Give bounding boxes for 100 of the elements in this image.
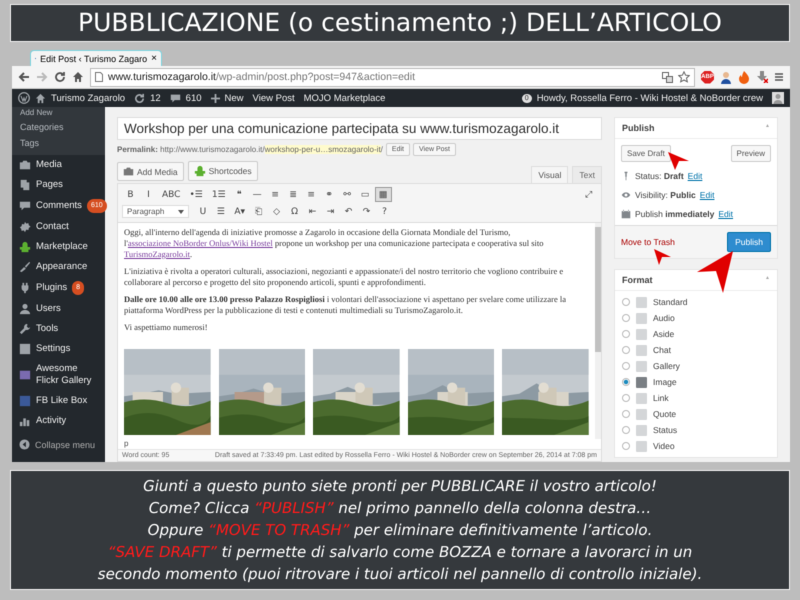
save-draft-button[interactable]: Save Draft xyxy=(621,145,671,162)
editor-tab[interactable]: Text xyxy=(572,166,602,183)
radio-button[interactable] xyxy=(622,442,630,450)
admin-bar-link[interactable]: View Post xyxy=(252,92,295,104)
toolbar-button[interactable]: ≡ xyxy=(266,187,284,202)
forward-icon[interactable] xyxy=(36,71,48,83)
collapse-button[interactable]: Collapse menu xyxy=(12,431,105,458)
toolbar-button[interactable]: ⎗ xyxy=(250,204,268,219)
submenu-item[interactable]: Tags xyxy=(12,135,105,151)
home-icon[interactable] xyxy=(72,71,84,83)
menu-item[interactable]: FB Like Box xyxy=(12,391,105,411)
toolbar-button[interactable]: 1☰ xyxy=(208,187,230,202)
address-field[interactable]: www.turismozagarolo.it/wp-admin/post.php?post=947&action=edit xyxy=(90,68,695,86)
edit-link[interactable]: Edit xyxy=(700,190,714,200)
figure-icon xyxy=(194,165,206,177)
menu-item[interactable]: Marketplace xyxy=(12,237,105,257)
paragraph: Dalle ore 10.00 alle ore 13.00 presso Palazzo Rospigliosi i volontari dell'associazione vi aspettano per svelare come utilizzare la piattaforma WordPress per la pubblicazione di testi e contenuti multimediali su TurismoZagarolo.it. xyxy=(124,294,568,316)
comments-count[interactable]: 610 xyxy=(186,92,202,104)
radio-button[interactable] xyxy=(622,378,630,386)
submenu-item[interactable]: Add New xyxy=(12,107,105,119)
menu-icon[interactable] xyxy=(774,72,784,82)
format-label: Audio xyxy=(653,313,675,323)
toolbar-button[interactable]: ↶ xyxy=(340,204,358,219)
eye-icon xyxy=(621,190,631,200)
radio-button[interactable] xyxy=(622,330,630,338)
menu-item[interactable]: Awesome Flickr Gallery xyxy=(12,359,105,391)
back-icon[interactable] xyxy=(18,71,30,83)
download-icon[interactable] xyxy=(756,71,768,83)
format-label: Video xyxy=(653,441,675,451)
toolbar-button[interactable]: — xyxy=(248,187,266,202)
permalink-text: Permalink: http://www.turismozagarolo.it/workshop-per-u…smozagarolo-it/ xyxy=(117,145,383,154)
plus-icon xyxy=(210,94,220,102)
text-link[interactable]: associazione NoBorder Onlus/Wiki Hostel xyxy=(128,238,273,248)
menu-item[interactable]: Contact xyxy=(12,217,105,237)
star-icon[interactable] xyxy=(678,71,690,83)
publish-setting: Publish immediately xyxy=(635,208,714,218)
toolbar-button[interactable]: ⇤ xyxy=(304,204,322,219)
menu-item[interactable]: Media xyxy=(12,155,105,175)
radio-button[interactable] xyxy=(622,346,630,354)
new-link[interactable]: New xyxy=(224,92,244,104)
radio-button[interactable] xyxy=(622,426,630,434)
toolbar-button[interactable]: A▾ xyxy=(230,204,250,219)
toolbar-button[interactable]: ❝ xyxy=(230,187,248,202)
format-select[interactable]: Paragraph xyxy=(122,205,190,218)
toolbar-button[interactable]: ABC xyxy=(158,187,184,202)
edit-link[interactable]: Edit xyxy=(718,208,734,218)
edit-link[interactable]: Edit xyxy=(688,170,702,180)
media-button[interactable]: Shortcodes xyxy=(188,161,258,181)
toolbar-button[interactable]: ⚯ xyxy=(338,187,356,202)
caption-line: Come? Clicca “PUBLISH” nel primo pannello della colonna destra… xyxy=(148,498,652,519)
toolbar-button[interactable]: ⚭ xyxy=(320,187,338,202)
menu-item[interactable]: Users xyxy=(12,299,105,319)
media-button[interactable]: Add Media xyxy=(117,162,184,181)
text-link[interactable]: TurismoZagarolo.it xyxy=(124,249,190,259)
radio-button[interactable] xyxy=(622,410,630,418)
logo-icon[interactable] xyxy=(18,92,30,104)
publish-button[interactable]: Publish xyxy=(727,232,771,252)
format-label: Aside xyxy=(653,329,674,339)
flame-icon[interactable] xyxy=(738,70,750,84)
toolbar-button[interactable]: Ω xyxy=(286,204,304,219)
move-to-trash-link[interactable]: Move to Trash xyxy=(621,237,675,247)
menu-item[interactable]: Pages xyxy=(12,175,105,195)
menu-item[interactable]: Appearance xyxy=(12,257,105,277)
toolbar-button[interactable]: ⇥ xyxy=(322,204,340,219)
preview-button[interactable]: Preview xyxy=(730,145,771,162)
radio-button[interactable] xyxy=(622,394,630,402)
radio-button[interactable] xyxy=(622,362,630,370)
toolbar-button[interactable]: ≡ xyxy=(302,187,320,202)
toolbar-button[interactable]: B xyxy=(122,187,139,202)
reload-icon[interactable] xyxy=(54,71,66,83)
menu-item[interactable]: Tools xyxy=(12,319,105,339)
toolbar-button[interactable]: I xyxy=(140,187,157,202)
title-field[interactable]: Workshop per una comunicazione partecipata su www.turismozagarolo.it xyxy=(117,117,602,140)
toolbar-button[interactable]: ◇ xyxy=(268,204,286,219)
editor-tab[interactable]: Visual xyxy=(531,166,568,183)
translate-icon[interactable] xyxy=(662,72,673,82)
greeting-link[interactable]: Howdy, Rossella Ferro - Wiki Hostel & NoBorder crew xyxy=(536,92,763,104)
camera-icon xyxy=(123,166,134,177)
toolbar-button[interactable]: ? xyxy=(376,204,394,219)
close-button[interactable]: × xyxy=(151,53,157,64)
toolbar-button[interactable]: ☰ xyxy=(212,204,230,219)
browser-tab[interactable]: Edit Post ‹ Turismo Zagaro × xyxy=(30,50,162,66)
site-link[interactable]: Turismo Zagarolo xyxy=(51,92,126,104)
toolbar-button[interactable]: U xyxy=(194,204,212,219)
toolbar-button[interactable]: •☰ xyxy=(185,187,207,202)
submenu-item[interactable]: Categories xyxy=(12,119,105,135)
fullscreen-button[interactable]: ⤢ xyxy=(580,187,597,202)
toolbar-button[interactable]: ▦ xyxy=(374,187,392,202)
radio-button[interactable] xyxy=(622,314,630,322)
admin-bar-link[interactable]: MOJO Marketplace xyxy=(304,92,386,104)
person-icon[interactable] xyxy=(720,70,732,84)
radio-button[interactable] xyxy=(622,298,630,306)
toolbar-button[interactable]: ▭ xyxy=(356,187,374,202)
toolbar-button[interactable]: ≣ xyxy=(284,187,302,202)
menu-item[interactable]: Activity xyxy=(12,411,105,431)
updates-count[interactable]: 12 xyxy=(150,92,161,104)
avatar-icon[interactable] xyxy=(772,92,784,104)
menu-item[interactable]: Settings xyxy=(12,339,105,359)
toolbar-button[interactable]: ↷ xyxy=(358,204,376,219)
caption-line: secondo momento (puoi ritrovare i tuoi articoli nel pannello di controllo iniziale). xyxy=(96,564,704,585)
